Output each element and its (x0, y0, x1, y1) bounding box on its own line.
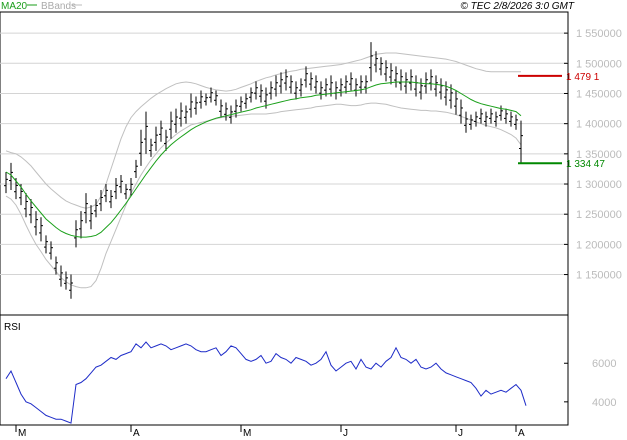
price-y-axis: 1 150000 1 200000 1 250000 1 300000 1 350000… (564, 28, 622, 282)
legend-ma20-label: MA20 (1, 1, 28, 12)
time-tick-label: A (133, 428, 140, 439)
price-marker-label: 1 479 1 (566, 72, 600, 83)
price-tick-label: 1 250000 (576, 209, 622, 221)
price-tick-label: 1 400000 (576, 119, 622, 131)
rsi-panel-frame (0, 314, 569, 426)
price-marker-label: 1 334 47 (566, 159, 605, 170)
price-panel-frame (0, 11, 569, 316)
top-legend: MA20 BBands © TEC 2/8/2026 3:0 GMT (1, 1, 575, 12)
price-tick-label: 1 350000 (576, 149, 622, 161)
legend-bbands-label: BBands (41, 1, 76, 12)
rsi-y-axis: 4000 6000 (564, 358, 616, 409)
time-tick-label: M (243, 428, 251, 439)
chart-canvas: 1 479 1 1 334 47 1 150000 1 200000 1 250000… (0, 1, 622, 440)
time-tick-label: J (458, 428, 463, 439)
price-tick-label: 1 150000 (576, 270, 622, 282)
price-tick-label: 1 300000 (576, 179, 622, 191)
price-tick-label: 1 500000 (576, 58, 622, 70)
rsi-tick-label: 4000 (592, 397, 616, 409)
rsi-title: RSI (4, 322, 21, 333)
time-tick-label: A (518, 428, 525, 439)
price-tick-label: 1 450000 (576, 88, 622, 100)
price-tick-label: 1 550000 (576, 28, 622, 40)
rsi-tick-label: 6000 (592, 358, 616, 370)
copyright-text: © TEC 2/8/2026 3:0 GMT (460, 1, 574, 12)
time-tick-label: M (18, 428, 26, 439)
price-tick-label: 1 200000 (576, 239, 622, 251)
axis-strip-bottom (0, 425, 568, 440)
time-tick-label: J (343, 428, 348, 439)
